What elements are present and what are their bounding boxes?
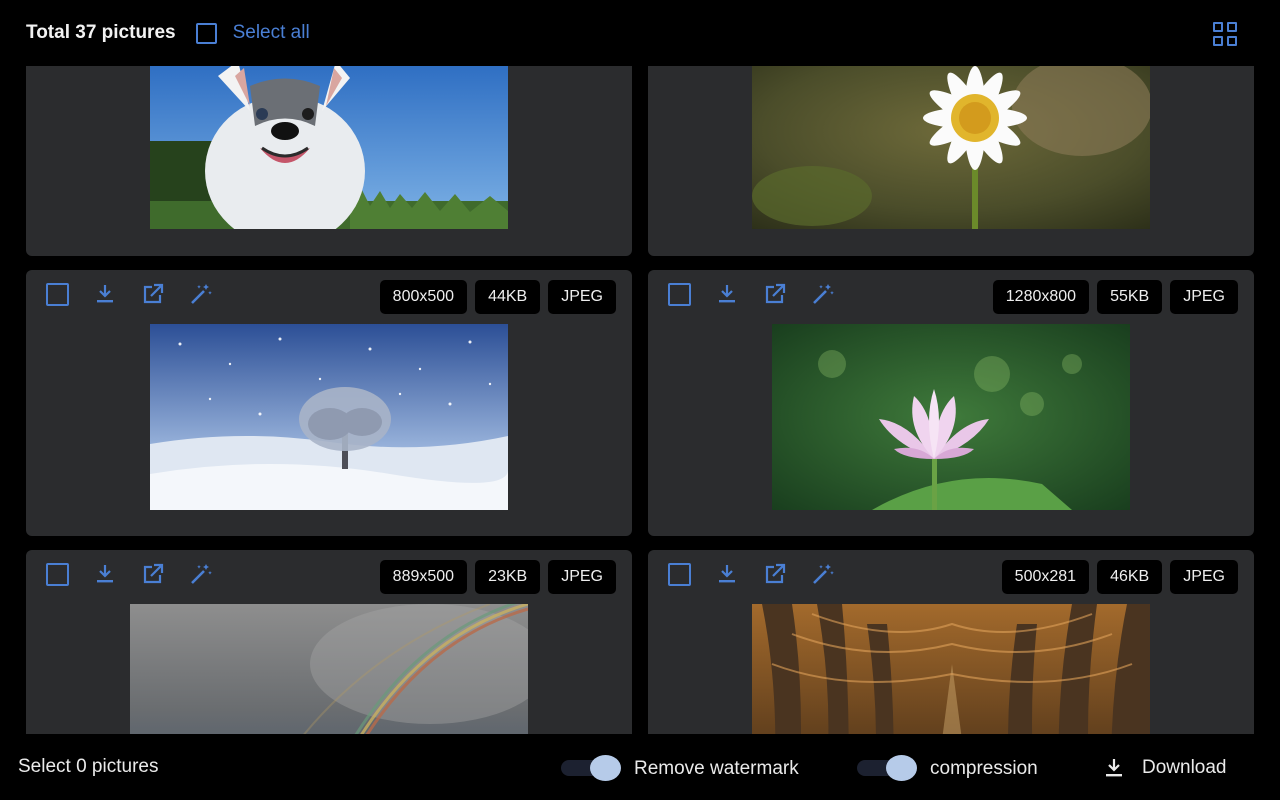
- download-icon[interactable]: [715, 282, 739, 306]
- select-checkbox[interactable]: [668, 283, 691, 306]
- picture-meta: 500x281 46KB JPEG: [1001, 560, 1238, 594]
- size-badge: 44KB: [475, 280, 541, 314]
- bottom-bar: Select 0 pictures Remove watermark compr…: [0, 734, 1280, 800]
- selected-count-label: Select 0 pictures: [18, 756, 159, 777]
- download-button[interactable]: Download: [1102, 756, 1227, 780]
- picture-meta: 889x500 23KB JPEG: [379, 560, 616, 594]
- select-checkbox[interactable]: [668, 563, 691, 586]
- grid-view-icon[interactable]: [1213, 22, 1237, 46]
- magic-wand-icon[interactable]: [811, 562, 835, 586]
- picture-card: 1280x800 55KB JPEG: [648, 270, 1254, 536]
- picture-meta: 800x500 44KB JPEG: [379, 280, 616, 314]
- format-badge: JPEG: [1170, 560, 1238, 594]
- picture-card: [648, 66, 1254, 256]
- card-toolbar: 800x500 44KB JPEG: [26, 270, 632, 324]
- toggle-knob: [590, 755, 621, 781]
- toggle-knob: [886, 755, 917, 781]
- size-badge: 46KB: [1097, 560, 1163, 594]
- select-checkbox[interactable]: [46, 283, 69, 306]
- total-pictures-label: Total 37 pictures: [26, 22, 176, 43]
- download-label: Download: [1142, 757, 1227, 778]
- resolution-badge: 889x500: [379, 560, 468, 594]
- card-toolbar: 889x500 23KB JPEG: [26, 550, 632, 604]
- picture-husky[interactable]: [150, 66, 508, 229]
- picture-forest-path[interactable]: [752, 604, 1150, 734]
- format-badge: JPEG: [548, 560, 616, 594]
- compression-toggle[interactable]: [857, 755, 917, 781]
- format-badge: JPEG: [1170, 280, 1238, 314]
- picture-card: [26, 66, 632, 256]
- open-external-icon[interactable]: [141, 562, 165, 586]
- download-icon[interactable]: [715, 562, 739, 586]
- resolution-badge: 1280x800: [992, 280, 1090, 314]
- open-external-icon[interactable]: [763, 282, 787, 306]
- picture-snow-tree[interactable]: [150, 324, 508, 510]
- picture-card: 500x281 46KB JPEG: [648, 550, 1254, 734]
- resolution-badge: 500x281: [1001, 560, 1090, 594]
- card-toolbar: 1280x800 55KB JPEG: [648, 270, 1254, 324]
- open-external-icon[interactable]: [141, 282, 165, 306]
- download-icon[interactable]: [93, 282, 117, 306]
- picture-meta: 1280x800 55KB JPEG: [992, 280, 1238, 314]
- resolution-badge: 800x500: [379, 280, 468, 314]
- picture-grid[interactable]: 800x500 44KB JPEG 1280x800 55KB JPEG 889…: [0, 66, 1280, 734]
- size-badge: 23KB: [475, 560, 541, 594]
- select-all-control[interactable]: Select all: [195, 22, 310, 44]
- magic-wand-icon[interactable]: [189, 282, 213, 306]
- picture-card: 800x500 44KB JPEG: [26, 270, 632, 536]
- remove-watermark-toggle[interactable]: [561, 755, 621, 781]
- picture-lotus[interactable]: [772, 324, 1130, 510]
- magic-wand-icon[interactable]: [811, 282, 835, 306]
- picture-daisy[interactable]: [752, 66, 1150, 229]
- download-icon: [1106, 759, 1122, 777]
- picture-card: 889x500 23KB JPEG: [26, 550, 632, 734]
- picture-rainbow[interactable]: [130, 604, 528, 734]
- compression-label: compression: [930, 758, 1038, 779]
- remove-watermark-label: Remove watermark: [634, 758, 799, 779]
- magic-wand-icon[interactable]: [189, 562, 213, 586]
- select-all-label[interactable]: Select all: [233, 22, 310, 44]
- size-badge: 55KB: [1097, 280, 1163, 314]
- top-bar: Total 37 pictures Select all: [0, 0, 1280, 66]
- format-badge: JPEG: [548, 280, 616, 314]
- download-icon[interactable]: [93, 562, 117, 586]
- card-toolbar: 500x281 46KB JPEG: [648, 550, 1254, 604]
- select-all-checkbox[interactable]: [195, 22, 217, 44]
- select-checkbox[interactable]: [46, 563, 69, 586]
- open-external-icon[interactable]: [763, 562, 787, 586]
